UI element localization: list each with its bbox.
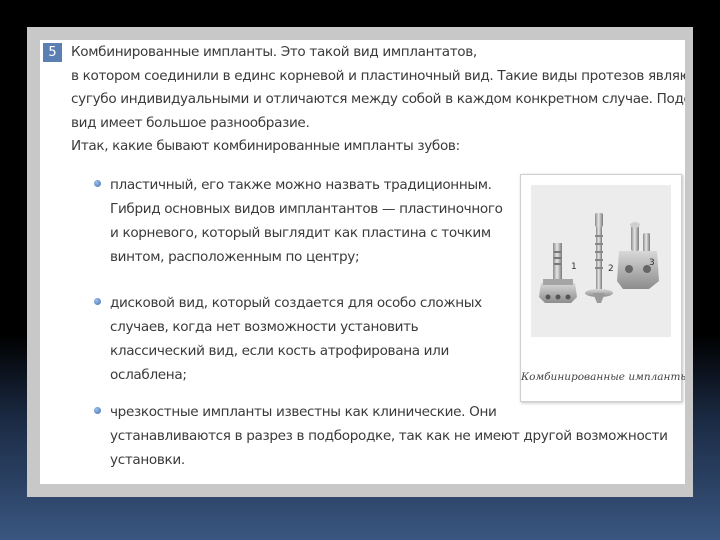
intro-line: Комбинированные импланты. Это такой вид … — [71, 44, 477, 60]
bullet-line: дисковой вид, который создается для особ… — [110, 295, 482, 311]
bullet-line: классический вид, если кость атрофирован… — [110, 343, 449, 359]
bullet-line: чрезкостные импланты известны как клинич… — [110, 404, 497, 420]
intro-paragraph: Комбинированные импланты. Это такой вид … — [71, 41, 685, 159]
bullet-line: установки. — [110, 452, 185, 468]
implant-label-2: 2 — [608, 264, 614, 274]
transosseous-implant-icon — [617, 222, 659, 289]
bullet-item-transosseous: чрезкостные импланты известны как клинич… — [94, 400, 685, 472]
bullet-dot-icon — [94, 407, 101, 414]
bullet-line: ослаблена; — [110, 367, 187, 383]
bullet-line: и корневого, который выглядит как пласти… — [110, 225, 491, 241]
bullet-line: устанавливаются в разрез в подбородке, т… — [110, 428, 668, 444]
intro-line: в котором соединили в единс корневой и п… — [71, 67, 685, 84]
intro-line: сугубо индивидуальными и отличаются межд… — [71, 91, 685, 107]
bullet-line: винтом, расположенным по центру; — [110, 249, 360, 265]
bullet-line: случаев, когда нет возможности установит… — [110, 319, 419, 335]
implant-label-1: 1 — [571, 262, 577, 272]
implant-photo: 1 2 3 — [531, 185, 671, 337]
slide-content: 5 Комбинированные импланты. Это такой ви… — [40, 40, 685, 484]
bullet-line: Гибрид основных видов имплантантов — пла… — [110, 201, 503, 217]
bullet-item-disc: дисковой вид, который создается для особ… — [94, 291, 505, 387]
disc-implant-icon — [585, 213, 613, 303]
bullet-dot-icon — [94, 180, 101, 187]
bullet-dot-icon — [94, 298, 101, 305]
slide-frame: 5 Комбинированные импланты. Это такой ви… — [27, 27, 693, 497]
slide-number-badge: 5 — [43, 43, 62, 62]
blade-implant-icon — [539, 243, 577, 303]
implant-label-3: 3 — [649, 258, 655, 268]
implant-figure: 1 2 3 Комбинированные импланты — [520, 174, 685, 402]
bullet-line: пластичный, его также можно назвать трад… — [110, 177, 492, 193]
bullet-item-plastic: пластичный, его также можно назвать трад… — [94, 173, 505, 269]
implants-illustration: 1 2 3 — [539, 213, 659, 303]
intro-line: Итак, какие бывают комбинированные импла… — [71, 138, 460, 154]
figure-caption: Комбинированные импланты — [521, 371, 685, 383]
intro-line: вид имеет большое разнообразие. — [71, 114, 310, 131]
